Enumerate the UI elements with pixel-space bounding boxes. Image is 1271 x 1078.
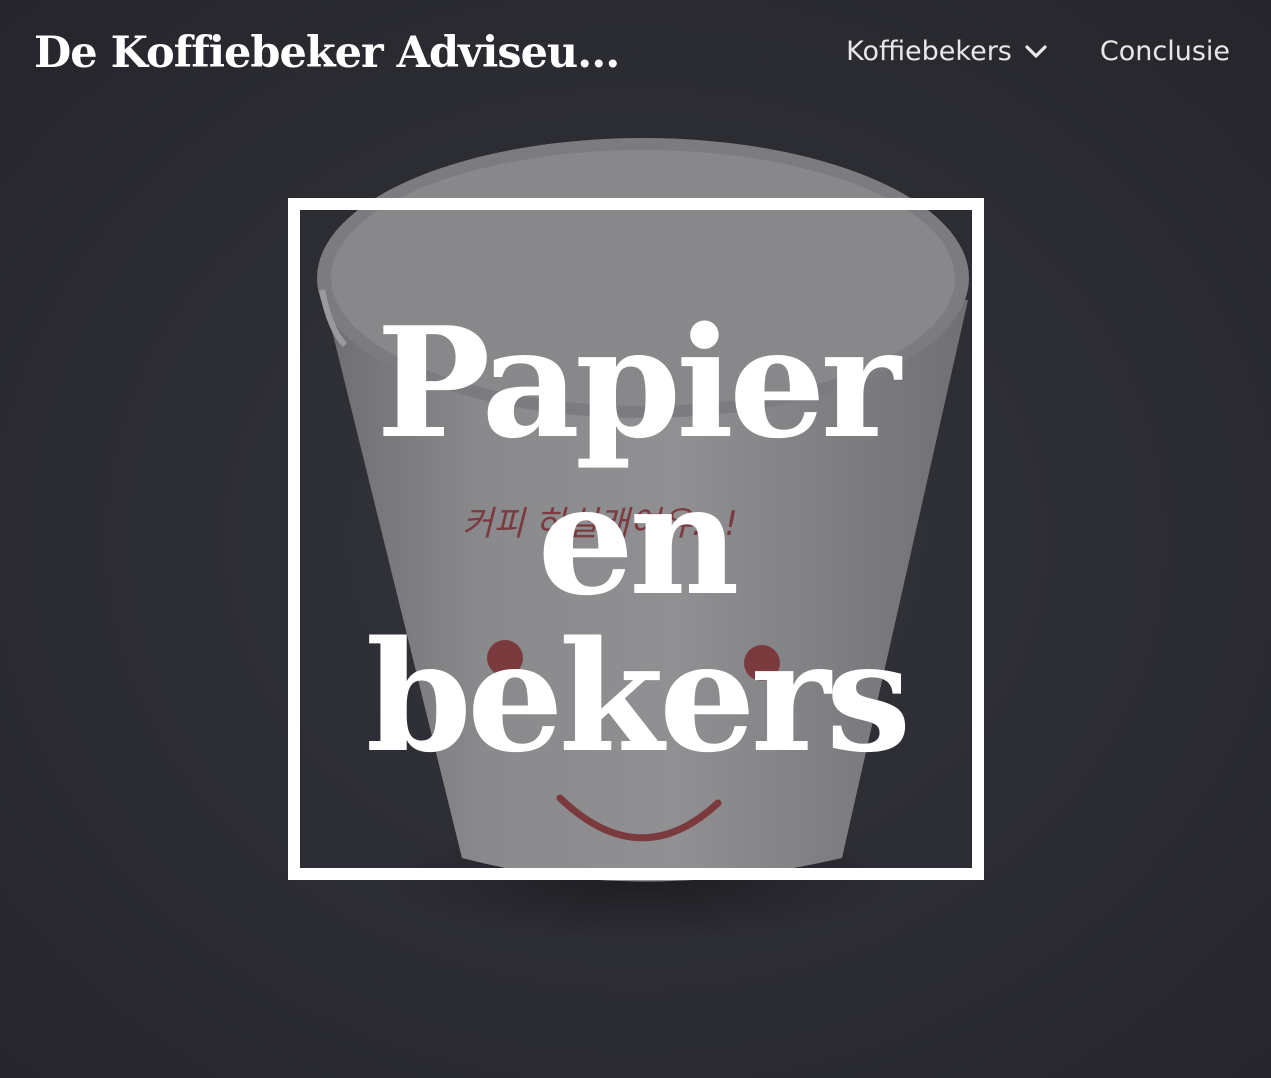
nav-item-conclusie[interactable]: Conclusie bbox=[1100, 36, 1230, 67]
nav-item-koffiebekers[interactable]: Koffiebekers bbox=[846, 36, 1048, 67]
site-header: De Koffiebeker Adviseu… Koffiebekers Con… bbox=[0, 0, 1271, 110]
nav-item-label: Conclusie bbox=[1099, 36, 1230, 67]
main-navigation: Koffiebekers Conclusie bbox=[846, 36, 1230, 67]
page-title: Papier en bekers bbox=[365, 292, 912, 786]
nav-item-label: Koffiebekers bbox=[846, 36, 1012, 67]
page-title-line: en bbox=[537, 449, 739, 629]
page-title-line: Papier bbox=[376, 292, 901, 472]
chevron-down-icon bbox=[1024, 44, 1048, 60]
hero-title-frame: Papier en bekers bbox=[288, 198, 984, 880]
page-title-line: bekers bbox=[365, 606, 912, 786]
site-title-link[interactable]: De Koffiebeker Adviseu… bbox=[34, 28, 620, 78]
